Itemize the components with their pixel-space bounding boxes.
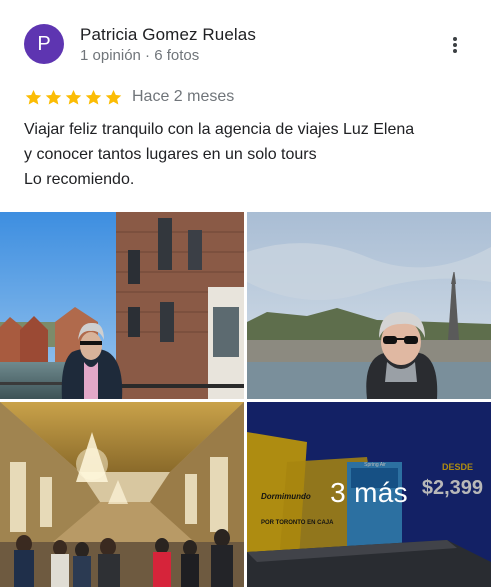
versailles-hall-of-mirrors-photo[interactable]	[0, 402, 244, 587]
mattress-ad-photo[interactable]: Spring Air DESDE $2,399 Dormimundo POR T…	[247, 402, 491, 587]
more-photos-label: 3 más	[330, 476, 408, 508]
star-icon	[65, 89, 82, 105]
rating-row: Hace 2 meses	[24, 87, 234, 107]
bruges-canal-photo[interactable]	[0, 212, 244, 399]
author-stats: 1 opinión · 6 fotos	[80, 47, 200, 64]
more-vert-icon[interactable]	[443, 33, 467, 57]
more-photos-overlay[interactable]: 3 más	[247, 402, 491, 587]
review-text-line: Lo recomiendo.	[24, 171, 135, 188]
star-rating	[24, 88, 123, 107]
review-text-line: Viajar feliz tranquilo con la agencia de…	[24, 121, 415, 138]
review-text: Viajar feliz tranquilo con la agencia de…	[24, 117, 474, 192]
review-text-line: y conocer tantos lugares en un solo tour…	[24, 146, 317, 163]
author-name[interactable]: Patricia Gomez Ruelas	[80, 25, 256, 45]
review-date: Hace 2 meses	[132, 88, 235, 105]
photo-grid: Spring Air DESDE $2,399 Dormimundo POR T…	[0, 212, 491, 587]
paris-eiffel-photo[interactable]	[247, 212, 491, 399]
star-icon	[25, 89, 42, 105]
star-icon	[85, 89, 102, 105]
review-header: P Patricia Gomez Ruelas 1 opinión · 6 fo…	[0, 0, 491, 80]
avatar[interactable]: P	[24, 24, 64, 64]
star-icon	[45, 89, 62, 105]
star-icon	[105, 89, 122, 105]
